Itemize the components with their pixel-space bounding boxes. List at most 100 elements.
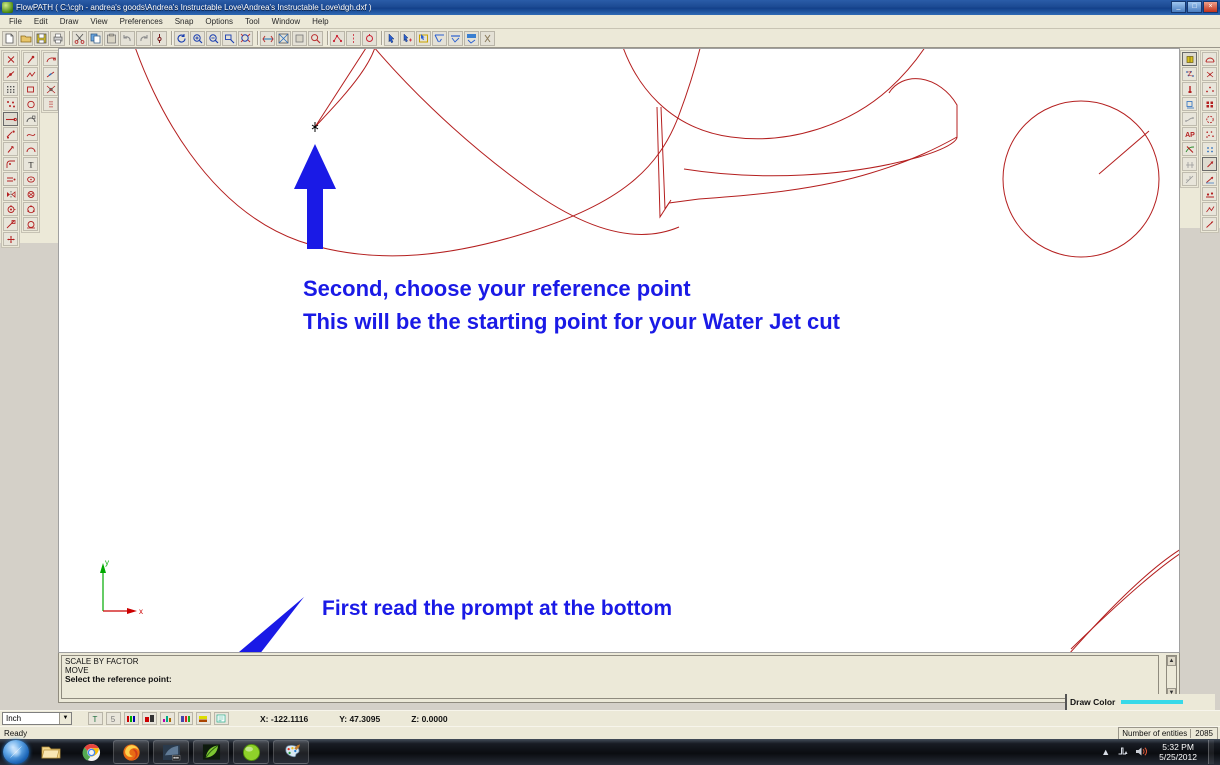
scatter-points-icon[interactable] [3, 97, 18, 111]
quality-icon[interactable] [1182, 97, 1197, 111]
paste-icon[interactable] [104, 30, 119, 46]
zoom-dynamic-icon[interactable] [308, 30, 323, 46]
chevron-down-icon[interactable]: ▼ [59, 713, 71, 724]
show-hidden-icons-arrow[interactable]: ▲ [1101, 747, 1110, 757]
offset-icon[interactable] [3, 172, 18, 186]
windows-explorer-icon[interactable] [33, 740, 69, 764]
snap-perpendicular-icon[interactable] [43, 97, 58, 111]
snap-midpoint-icon[interactable] [43, 67, 58, 81]
prompt-scrollbar[interactable]: ▲ ▼ [1166, 655, 1177, 699]
menu-item-snap[interactable]: Snap [169, 16, 200, 28]
menu-item-preferences[interactable]: Preferences [114, 16, 169, 28]
arrow-select-icon[interactable] [384, 30, 399, 46]
taskbar-clock[interactable]: 5:32 PM 5/25/2012 [1155, 742, 1197, 762]
text-tool-icon[interactable]: T [23, 157, 38, 171]
green-leaf-app-icon[interactable] [193, 740, 229, 764]
lead-in-icon[interactable] [346, 30, 361, 46]
line-tool-icon[interactable] [3, 112, 18, 126]
circle-icon[interactable] [23, 97, 38, 111]
cleanup-icon[interactable] [1202, 67, 1217, 81]
open-folder-icon[interactable] [18, 30, 33, 46]
break-entity-icon[interactable] [3, 67, 18, 81]
curve-icon[interactable] [23, 142, 38, 156]
scroll-up-arrow[interactable]: ▲ [1167, 656, 1176, 666]
deselect-icon[interactable] [448, 30, 463, 46]
table-grid-icon[interactable] [1202, 97, 1217, 111]
menu-item-edit[interactable]: Edit [28, 16, 54, 28]
zoom-all-icon[interactable] [276, 30, 291, 46]
redo-arrow-icon[interactable] [136, 30, 151, 46]
zoom-in-icon[interactable] [190, 30, 205, 46]
grid-icon[interactable] [3, 82, 18, 96]
move-icon[interactable] [3, 232, 18, 246]
media-player-icon[interactable] [153, 740, 189, 764]
nodes-icon[interactable] [1202, 82, 1217, 96]
pick-entity-icon[interactable] [152, 30, 167, 46]
google-chrome-icon[interactable] [73, 740, 109, 764]
clear-select-icon[interactable] [480, 30, 495, 46]
window-select-icon[interactable] [416, 30, 431, 46]
layer-bars-icon[interactable] [142, 712, 157, 725]
layer-list-icon[interactable] [214, 712, 229, 725]
minimize-button[interactable]: _ [1171, 1, 1186, 13]
traverse-icon[interactable] [362, 30, 377, 46]
polygon-icon[interactable] [23, 187, 38, 201]
undo-arrow-icon[interactable] [120, 30, 135, 46]
trim-icon[interactable] [3, 127, 18, 141]
tabs-icon[interactable] [1202, 112, 1217, 126]
menu-item-draw[interactable]: Draw [54, 16, 85, 28]
show-desktop-button[interactable] [1208, 740, 1214, 764]
crossing-select-icon[interactable] [432, 30, 447, 46]
layer-top-icon[interactable]: T [88, 712, 103, 725]
chain-select-icon[interactable] [400, 30, 415, 46]
menu-item-options[interactable]: Options [199, 16, 239, 28]
fillet-icon[interactable] [3, 157, 18, 171]
new-file-icon[interactable] [2, 30, 17, 46]
menu-item-file[interactable]: File [3, 16, 28, 28]
path-points-icon[interactable] [1182, 67, 1197, 81]
layer-5-icon[interactable]: 5 [106, 712, 121, 725]
circle-3pt-icon[interactable] [23, 202, 38, 216]
zoom-extents-icon[interactable] [238, 30, 253, 46]
path-link-icon[interactable] [1182, 112, 1197, 126]
cut-scissors-icon[interactable] [72, 30, 87, 46]
paint-palette-icon[interactable] [273, 740, 309, 764]
select-all-icon[interactable] [464, 30, 479, 46]
mirror-icon[interactable] [3, 187, 18, 201]
snap-intersection-icon[interactable] [43, 82, 58, 96]
layer-xii-icon[interactable] [124, 712, 139, 725]
layer-stack-icon[interactable] [196, 712, 211, 725]
optimize-icon[interactable] [1202, 202, 1217, 216]
prompt-history[interactable]: SCALE BY FACTOR MOVE Select the referenc… [61, 655, 1159, 699]
ap-text-icon[interactable]: AP [1182, 127, 1197, 141]
unit-select[interactable]: Inch ▼ [2, 712, 72, 725]
network-icon[interactable] [1117, 746, 1128, 758]
close-button[interactable]: × [1203, 1, 1218, 13]
circle-tangent-icon[interactable] [23, 217, 38, 231]
direction-icon[interactable] [1202, 172, 1217, 186]
rotate-icon[interactable] [3, 202, 18, 216]
sort-points-icon[interactable] [1202, 127, 1217, 141]
pan-hand-icon[interactable] [260, 30, 275, 46]
polyline-icon[interactable] [23, 67, 38, 81]
delete-x-icon[interactable] [3, 52, 18, 66]
zoom-out-icon[interactable] [206, 30, 221, 46]
menu-item-window[interactable]: Window [266, 16, 306, 28]
green-orb-app-icon[interactable] [233, 740, 269, 764]
arc-icon[interactable] [23, 112, 38, 126]
point-draw-icon[interactable] [23, 52, 38, 66]
menu-item-view[interactable]: View [84, 16, 113, 28]
save-disk-icon[interactable] [34, 30, 49, 46]
draw-color-indicator[interactable]: Draw Color [1065, 694, 1215, 710]
path-node-icon[interactable] [330, 30, 345, 46]
verify-icon[interactable] [1202, 217, 1217, 231]
snap-endpoint-icon[interactable] [43, 52, 58, 66]
rectangle-icon[interactable] [23, 82, 38, 96]
maximize-button[interactable]: □ [1187, 1, 1202, 13]
layer-blocks-icon[interactable] [178, 712, 193, 725]
firefox-icon[interactable] [113, 740, 149, 764]
scale-icon[interactable] [3, 217, 18, 231]
lead-arc-icon[interactable] [1202, 52, 1217, 66]
menu-item-help[interactable]: Help [306, 16, 334, 28]
dimension-icon[interactable] [1182, 157, 1197, 171]
